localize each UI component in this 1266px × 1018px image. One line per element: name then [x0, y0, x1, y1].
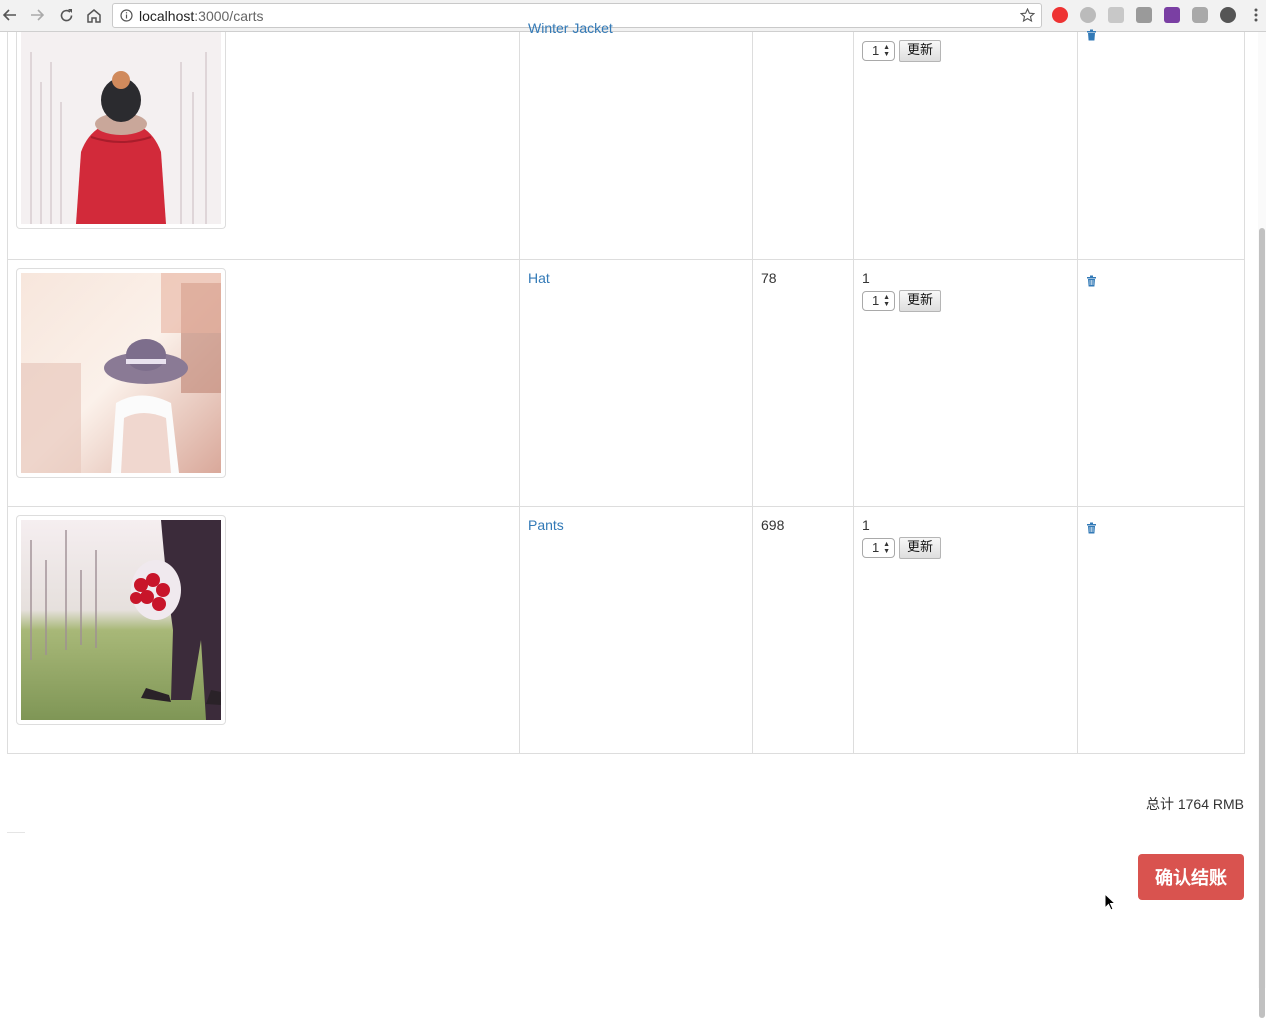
table-row: Pants 698 1 1 ▲ ▼ 更新 [7, 505, 1245, 754]
woman-red-jacket-image [21, 32, 221, 224]
product-name-cell: Hat [519, 258, 753, 507]
info-icon[interactable] [120, 9, 133, 25]
url-host: localhost [139, 8, 195, 24]
quantity-cell: 1 ▲ ▼ 更新 [853, 32, 1078, 260]
product-link[interactable]: Winter Jacket [528, 18, 613, 38]
evernote-extension-icon[interactable] [1220, 7, 1236, 23]
forward-icon[interactable] [27, 5, 47, 25]
woman-sun-hat-image [21, 272, 221, 473]
product-name-cell: Winter Jacket [519, 20, 753, 260]
product-link[interactable]: Pants [528, 517, 564, 533]
skype-extension-icon[interactable] [1080, 7, 1096, 23]
update-button[interactable]: 更新 [899, 40, 942, 62]
menu-icon[interactable] [1246, 5, 1266, 25]
product-name-cell: Pants [519, 505, 753, 754]
action-cell [1077, 505, 1245, 754]
url-path: :3000/carts [194, 8, 264, 24]
update-button[interactable]: 更新 [899, 536, 942, 559]
table-row: Hat 78 1 1 ▲ ▼ 更新 [7, 258, 1245, 507]
select-arrows-icon: ▲ ▼ [883, 44, 890, 58]
quantity-select-value: 1 [872, 292, 880, 308]
action-cell [1077, 258, 1245, 507]
quantity-select-value: 1 [872, 43, 880, 58]
cart-total: 总计 1764 RMB [1145, 796, 1244, 812]
update-button[interactable]: 更新 [899, 289, 942, 312]
pocket-extension-icon[interactable] [1136, 7, 1152, 23]
quantity-select[interactable]: 1 ▲ ▼ [862, 41, 895, 61]
price-cell [752, 32, 854, 260]
action-cell [1077, 29, 1245, 260]
product-thumbnail[interactable] [16, 514, 226, 725]
price-value: 78 [761, 269, 777, 286]
scrollbar-thumb[interactable] [1259, 228, 1265, 1018]
quantity-form: 1 ▲ ▼ 更新 [862, 536, 1069, 559]
onenote-extension-icon[interactable] [1164, 7, 1180, 23]
product-image-cell [7, 505, 520, 754]
product-image-cell [7, 258, 520, 507]
checkout-button[interactable]: 确认结账 [1138, 854, 1244, 900]
price-cell: 698 [752, 505, 854, 754]
reload-icon[interactable] [56, 5, 76, 25]
man-with-roses-image [21, 519, 221, 720]
product-image-cell [7, 32, 520, 260]
select-arrows-icon: ▲ ▼ [883, 540, 890, 555]
cart-table: Winter Jacket 1 ▲ ▼ 更新 Hat 78 1 1 ▲ ▼ 更新… [7, 20, 1245, 754]
product-thumbnail[interactable] [16, 32, 226, 229]
trash-icon[interactable] [1086, 26, 1097, 46]
price-cell: 78 [752, 258, 854, 507]
table-row: Winter Jacket 1 ▲ ▼ 更新 [7, 20, 1245, 260]
quantity-value: 1 [862, 269, 870, 286]
back-icon[interactable] [0, 5, 20, 25]
product-link[interactable]: Hat [528, 270, 550, 286]
trash-icon[interactable] [1086, 272, 1097, 292]
divider [7, 832, 25, 833]
quantity-select[interactable]: 1 ▲ ▼ [862, 537, 895, 558]
quantity-cell: 1 1 ▲ ▼ 更新 [853, 505, 1078, 754]
quantity-select[interactable]: 1 ▲ ▼ [862, 290, 895, 311]
mouse-cursor-icon [1104, 892, 1117, 914]
shield-extension-icon[interactable] [1108, 7, 1124, 23]
camera-extension-icon[interactable] [1192, 7, 1208, 23]
trash-icon[interactable] [1086, 519, 1097, 539]
page-scrollbar[interactable] [1258, 32, 1266, 1018]
browser-toolbar: localhost:3000/carts [0, 0, 1266, 32]
quantity-form: 1 ▲ ▼ 更新 [862, 289, 1069, 312]
home-icon[interactable] [84, 5, 104, 25]
quantity-value: 1 [862, 516, 870, 533]
quantity-form: 1 ▲ ▼ 更新 [862, 40, 1069, 62]
adblock-extension-icon[interactable] [1052, 7, 1068, 23]
product-thumbnail[interactable] [16, 267, 226, 478]
quantity-cell: 1 1 ▲ ▼ 更新 [853, 258, 1078, 507]
star-icon[interactable] [1019, 7, 1036, 26]
url-text: localhost:3000/carts [139, 8, 264, 24]
price-value: 698 [761, 516, 785, 533]
select-arrows-icon: ▲ ▼ [883, 293, 890, 308]
quantity-select-value: 1 [872, 539, 880, 555]
